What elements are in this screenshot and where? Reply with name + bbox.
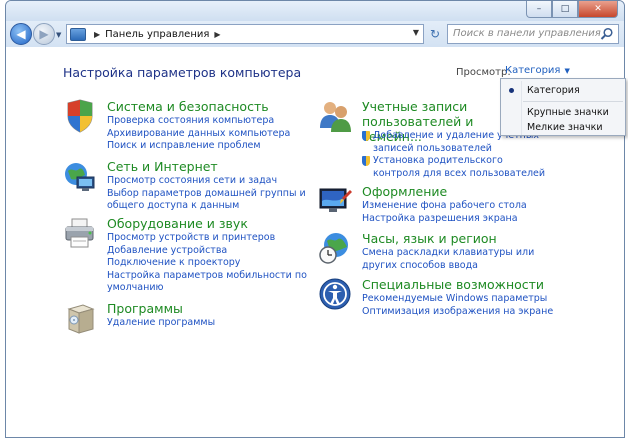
task-link[interactable]: Просмотр состояния сети и задач	[107, 175, 307, 188]
minimize-button[interactable]: –	[526, 1, 552, 18]
category-links: Просмотр устройств и принтеров Добавлени…	[107, 232, 307, 295]
category-links: Просмотр состояния сети и задач Выбор па…	[107, 175, 307, 213]
breadcrumb-control-panel[interactable]: Панель управления	[105, 29, 209, 40]
task-link[interactable]: Настройка разрешения экрана	[362, 213, 562, 226]
task-link[interactable]: Добавление устройства	[107, 245, 307, 258]
category-links: Удаление программы	[107, 317, 307, 330]
users-icon[interactable]	[318, 99, 352, 133]
chevron-right-icon[interactable]: ▶	[214, 30, 220, 39]
refresh-icon[interactable]: ↻	[427, 25, 443, 43]
category-clock-language-region: Часы, язык и регион Смена раскладки клав…	[318, 231, 558, 271]
address-dropdown-icon[interactable]: ▼	[413, 28, 419, 37]
category-title[interactable]: Программы	[107, 301, 183, 316]
task-link[interactable]: Поиск и исправление проблем	[107, 140, 307, 153]
caption-buttons: – □ ✕	[526, 1, 618, 18]
appearance-monitor-icon[interactable]	[318, 184, 352, 218]
category-title[interactable]: Сеть и Интернет	[107, 159, 218, 174]
shield-icon[interactable]	[63, 99, 97, 133]
programs-box-icon[interactable]	[63, 301, 97, 335]
category-system-security: Система и безопасность Проверка состояни…	[63, 99, 313, 151]
task-link[interactable]: Смена раскладки клавиатуры или других сп…	[362, 247, 562, 272]
control-panel-window: – □ ✕ ◀ ▶ ▼ ▶ Панель управления ▶ ▼ ↻ По…	[5, 0, 625, 438]
category-links: Рекомендуемые Windows параметры Оптимиза…	[362, 293, 562, 318]
accessibility-icon[interactable]	[318, 277, 352, 311]
category-title[interactable]: Оборудование и звук	[107, 216, 248, 231]
search-icon[interactable]	[600, 27, 614, 41]
task-link[interactable]: Архивирование данных компьютера	[107, 128, 307, 141]
task-link[interactable]: Настройка параметров мобильности по умол…	[107, 270, 307, 295]
category-title[interactable]: Часы, язык и регион	[362, 231, 497, 246]
title-bar[interactable]: – □ ✕	[6, 1, 624, 21]
category-title[interactable]: Система и безопасность	[107, 99, 269, 114]
back-button[interactable]: ◀	[10, 23, 32, 45]
task-link[interactable]: Просмотр устройств и принтеров	[107, 232, 307, 245]
close-button[interactable]: ✕	[578, 1, 618, 18]
chevron-right-icon[interactable]: ▶	[94, 30, 100, 39]
control-panel-icon	[70, 27, 86, 41]
clock-globe-icon[interactable]	[318, 231, 352, 265]
menu-gutter	[521, 81, 522, 135]
navigation-bar: ◀ ▶ ▼ ▶ Панель управления ▶ ▼ ↻ Поиск в …	[6, 21, 624, 47]
menu-separator	[523, 101, 623, 102]
forward-button[interactable]: ▶	[33, 23, 55, 45]
task-link[interactable]: Рекомендуемые Windows параметры	[362, 293, 562, 306]
maximize-button[interactable]: □	[552, 1, 578, 18]
task-link[interactable]: Выбор параметров домашней группы и общег…	[107, 188, 307, 213]
task-link[interactable]: Подключение к проектору	[107, 257, 307, 270]
category-title[interactable]: Оформление	[362, 184, 447, 199]
task-link[interactable]: Изменение фона рабочего стола	[362, 200, 562, 213]
search-placeholder: Поиск в панели управления	[453, 28, 601, 39]
network-globe-icon[interactable]	[63, 159, 97, 193]
category-appearance: Оформление Изменение фона рабочего стола…	[318, 184, 558, 224]
recent-pages-dropdown[interactable]: ▼	[56, 31, 61, 39]
task-link[interactable]: Установка родительского контроля для все…	[362, 155, 552, 180]
view-by-menu: Категория Крупные значки Мелкие значки	[500, 78, 626, 136]
address-bar[interactable]: ▶ Панель управления ▶ ▼	[66, 24, 424, 44]
category-links: Проверка состояния компьютера Архивирова…	[107, 115, 307, 153]
category-links: Добавление и удаление учетных записей по…	[362, 130, 552, 180]
task-link[interactable]: Проверка состояния компьютера	[107, 115, 307, 128]
view-by-value: Категория	[505, 65, 561, 76]
printer-icon[interactable]	[63, 216, 97, 250]
view-label: Просмотр:	[456, 67, 511, 78]
menu-item-category[interactable]: Категория	[527, 85, 580, 96]
category-hardware-sound: Оборудование и звук Просмотр устройств и…	[63, 216, 313, 293]
category-programs: Программы Удаление программы	[63, 301, 313, 341]
menu-item-large-icons[interactable]: Крупные значки	[527, 107, 609, 118]
menu-item-small-icons[interactable]: Мелкие значки	[527, 122, 603, 133]
category-title[interactable]: Специальные возможности	[362, 277, 544, 292]
search-input[interactable]: Поиск в панели управления	[447, 24, 619, 44]
category-ease-of-access: Специальные возможности Рекомендуемые Wi…	[318, 277, 558, 317]
category-links: Смена раскладки клавиатуры или других сп…	[362, 247, 562, 272]
category-network-internet: Сеть и Интернет Просмотр состояния сети …	[63, 159, 313, 211]
category-links: Изменение фона рабочего стола Настройка …	[362, 200, 562, 225]
task-link[interactable]: Удаление программы	[107, 317, 307, 330]
chevron-down-icon: ▼	[564, 67, 570, 75]
radio-selected-icon	[509, 88, 514, 93]
view-by-dropdown[interactable]: Категория ▼	[505, 65, 570, 76]
task-link[interactable]: Оптимизация изображения на экране	[362, 306, 562, 319]
page-title: Настройка параметров компьютера	[63, 65, 302, 80]
